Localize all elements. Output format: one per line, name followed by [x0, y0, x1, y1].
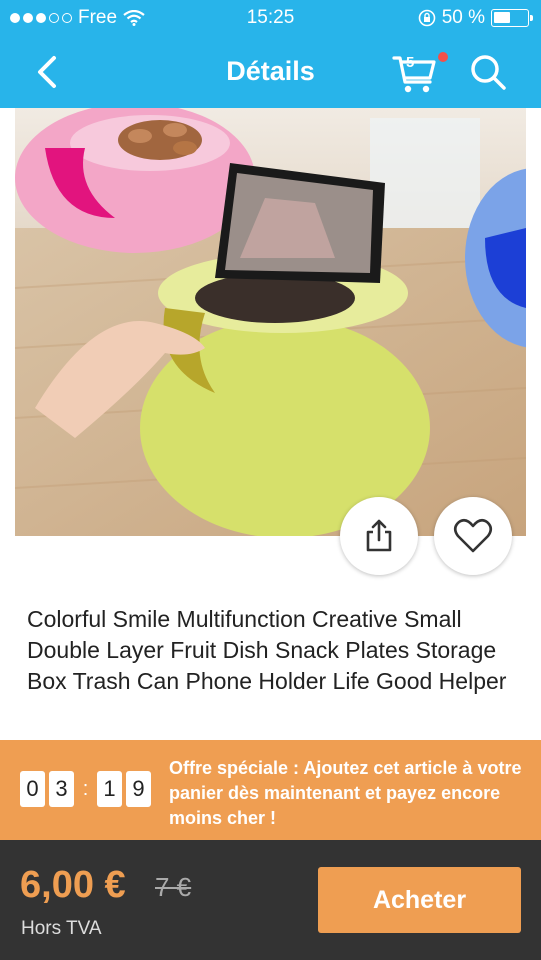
special-offer-banner: 0 3 : 1 9 Offre spéciale : Ajoutez cet a… — [0, 740, 541, 840]
heart-icon — [453, 518, 493, 553]
tax-note: Hors TVA — [21, 918, 102, 939]
battery-fill — [494, 12, 510, 23]
timer-separator: : — [82, 777, 89, 800]
share-button[interactable] — [340, 497, 418, 575]
share-icon — [366, 519, 392, 552]
status-bar: Free 15:25 50 % — [0, 0, 541, 36]
timer-digit: 1 — [97, 771, 122, 807]
page-title: Détails — [226, 56, 315, 86]
cart-button[interactable]: 5 — [390, 48, 448, 96]
price: 6,00 € — [20, 864, 126, 906]
search-icon[interactable] — [466, 50, 510, 94]
header: Free 15:25 50 % Détails 5 — [0, 0, 541, 108]
countdown-timer: 0 3 : 1 9 — [20, 771, 155, 807]
offer-text: Offre spéciale : Ajoutez cet article à v… — [169, 758, 522, 828]
favorite-button[interactable] — [434, 497, 512, 575]
old-price: 7 € — [155, 872, 192, 902]
battery-group: 50 % — [418, 7, 533, 29]
cart-count: 5 — [406, 54, 415, 71]
battery-percent: 50 % — [441, 7, 485, 28]
buy-button[interactable]: Acheter — [318, 867, 521, 933]
notification-dot — [438, 52, 448, 62]
product-title: Colorful Smile Multifunction Creative Sm… — [27, 606, 507, 694]
product-image[interactable] — [15, 108, 526, 536]
product-photo — [15, 108, 526, 536]
timer-digit: 0 — [20, 771, 45, 807]
timer-digit: 9 — [126, 771, 151, 807]
timer-digit: 3 — [49, 771, 74, 807]
battery-icon — [491, 9, 533, 27]
purchase-bar: 6,00 € 7 € Hors TVA Acheter — [0, 840, 541, 960]
nav-bar: Détails 5 — [0, 36, 541, 108]
rotation-lock-icon — [418, 9, 435, 27]
